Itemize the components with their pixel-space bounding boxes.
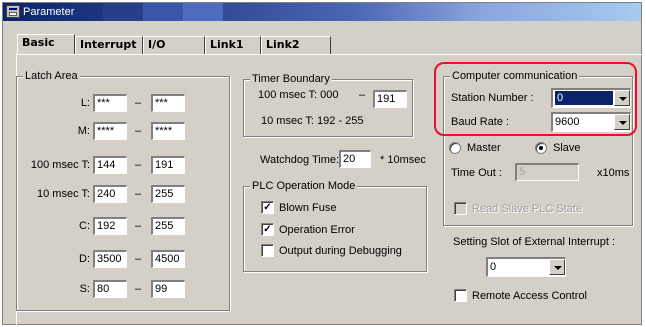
latch-to-field[interactable]: 255	[151, 217, 185, 235]
watchdog-field[interactable]: 20	[339, 150, 371, 168]
master-radio[interactable]	[449, 142, 461, 154]
remote-access-checkbox[interactable]	[454, 289, 467, 302]
timeout-unit: x10ms	[597, 167, 630, 179]
ext-interrupt-combo[interactable]: 0	[486, 257, 566, 277]
latch-from-field[interactable]: 192	[93, 217, 127, 235]
title-bar-segment	[143, 3, 183, 21]
latch-from-field[interactable]: 80	[93, 280, 127, 298]
latch-to-field[interactable]: 191	[151, 156, 185, 174]
watchdog-label: Watchdog Time:	[260, 154, 340, 166]
latch-to-field[interactable]: 255	[151, 185, 185, 203]
master-label: Master	[467, 142, 501, 154]
tab-link2[interactable]: Link2	[261, 36, 331, 54]
latch-dash: –	[135, 253, 142, 265]
timer-boundary-label: Timer Boundary	[250, 72, 332, 86]
timeout-label: Time Out :	[451, 167, 502, 179]
latch-area-label: Latch Area	[23, 69, 80, 83]
radio-selected-dot	[539, 146, 543, 150]
slave-radio[interactable]	[535, 142, 547, 154]
timer-10ms-range: 10 msec T: 192 - 255	[261, 115, 364, 127]
latch-from-field[interactable]: ***	[93, 94, 127, 112]
latch-row-label: 10 msec T:	[37, 188, 90, 200]
latch-dash: –	[135, 220, 142, 232]
watchdog-unit: * 10msec	[380, 154, 426, 166]
blown-fuse-label: Blown Fuse	[279, 202, 337, 214]
read-slave-checkbox[interactable]	[454, 202, 467, 215]
latch-dash: –	[135, 283, 142, 295]
read-slave-label: Read Slave PLC State	[472, 203, 583, 215]
tab-io[interactable]: I/O	[143, 36, 205, 54]
app-icon	[6, 5, 20, 18]
latch-dash: –	[135, 188, 142, 200]
latch-from-field[interactable]: 144	[93, 156, 127, 174]
slave-label: Slave	[553, 142, 581, 154]
window-title: Parameter	[23, 6, 75, 18]
operation-error-checkbox[interactable]: ✓	[261, 223, 274, 236]
latch-dash: –	[135, 125, 142, 137]
ext-interrupt-label: Setting Slot of External Interrupt :	[453, 236, 616, 248]
latch-row-label: L:	[80, 97, 90, 109]
timer-100ms-label: 100 msec T: 000	[258, 89, 339, 101]
remote-access-label: Remote Access Control	[472, 290, 587, 302]
chevron-down-icon[interactable]	[549, 259, 565, 275]
highlight-outline	[434, 62, 637, 136]
latch-dash: –	[135, 97, 142, 109]
title-bar-segment	[183, 3, 223, 21]
latch-from-field[interactable]: ****	[93, 122, 127, 140]
output-debugging-label: Output during Debugging	[279, 245, 402, 257]
title-bar-segment	[103, 3, 143, 21]
latch-row-label: 100 msec T:	[30, 159, 90, 171]
timer-100ms-dash: –	[359, 89, 366, 101]
latch-to-field[interactable]: 4500	[151, 250, 185, 268]
output-debugging-checkbox[interactable]	[261, 244, 274, 257]
blown-fuse-checkbox[interactable]: ✓	[261, 201, 274, 214]
tab-interrupt[interactable]: Interrupt	[75, 36, 143, 54]
operation-error-label: Operation Error	[279, 224, 355, 236]
latch-row-label: S:	[79, 283, 90, 295]
latch-to-field[interactable]: ***	[151, 94, 185, 112]
timer-100ms-end-field[interactable]: 191	[373, 90, 407, 108]
latch-row-label: C:	[79, 220, 90, 232]
latch-row-label: M:	[77, 125, 90, 137]
latch-to-field[interactable]: ****	[151, 122, 185, 140]
latch-from-field[interactable]: 240	[93, 185, 127, 203]
ext-interrupt-value: 0	[490, 261, 497, 273]
tab-basic[interactable]: Basic	[17, 34, 75, 55]
latch-from-field[interactable]: 3500	[93, 250, 127, 268]
title-bar: Parameter	[3, 3, 641, 21]
latch-row-label: D:	[79, 253, 90, 265]
plc-mode-label: PLC Operation Mode	[250, 179, 358, 193]
latch-dash: –	[135, 159, 142, 171]
tab-link1[interactable]: Link1	[205, 36, 261, 54]
latch-to-field[interactable]: 99	[151, 280, 185, 298]
parameter-window: Parameter Basic Interrupt I/O Link1 Link…	[2, 2, 643, 326]
timeout-field[interactable]: 5	[515, 163, 579, 181]
